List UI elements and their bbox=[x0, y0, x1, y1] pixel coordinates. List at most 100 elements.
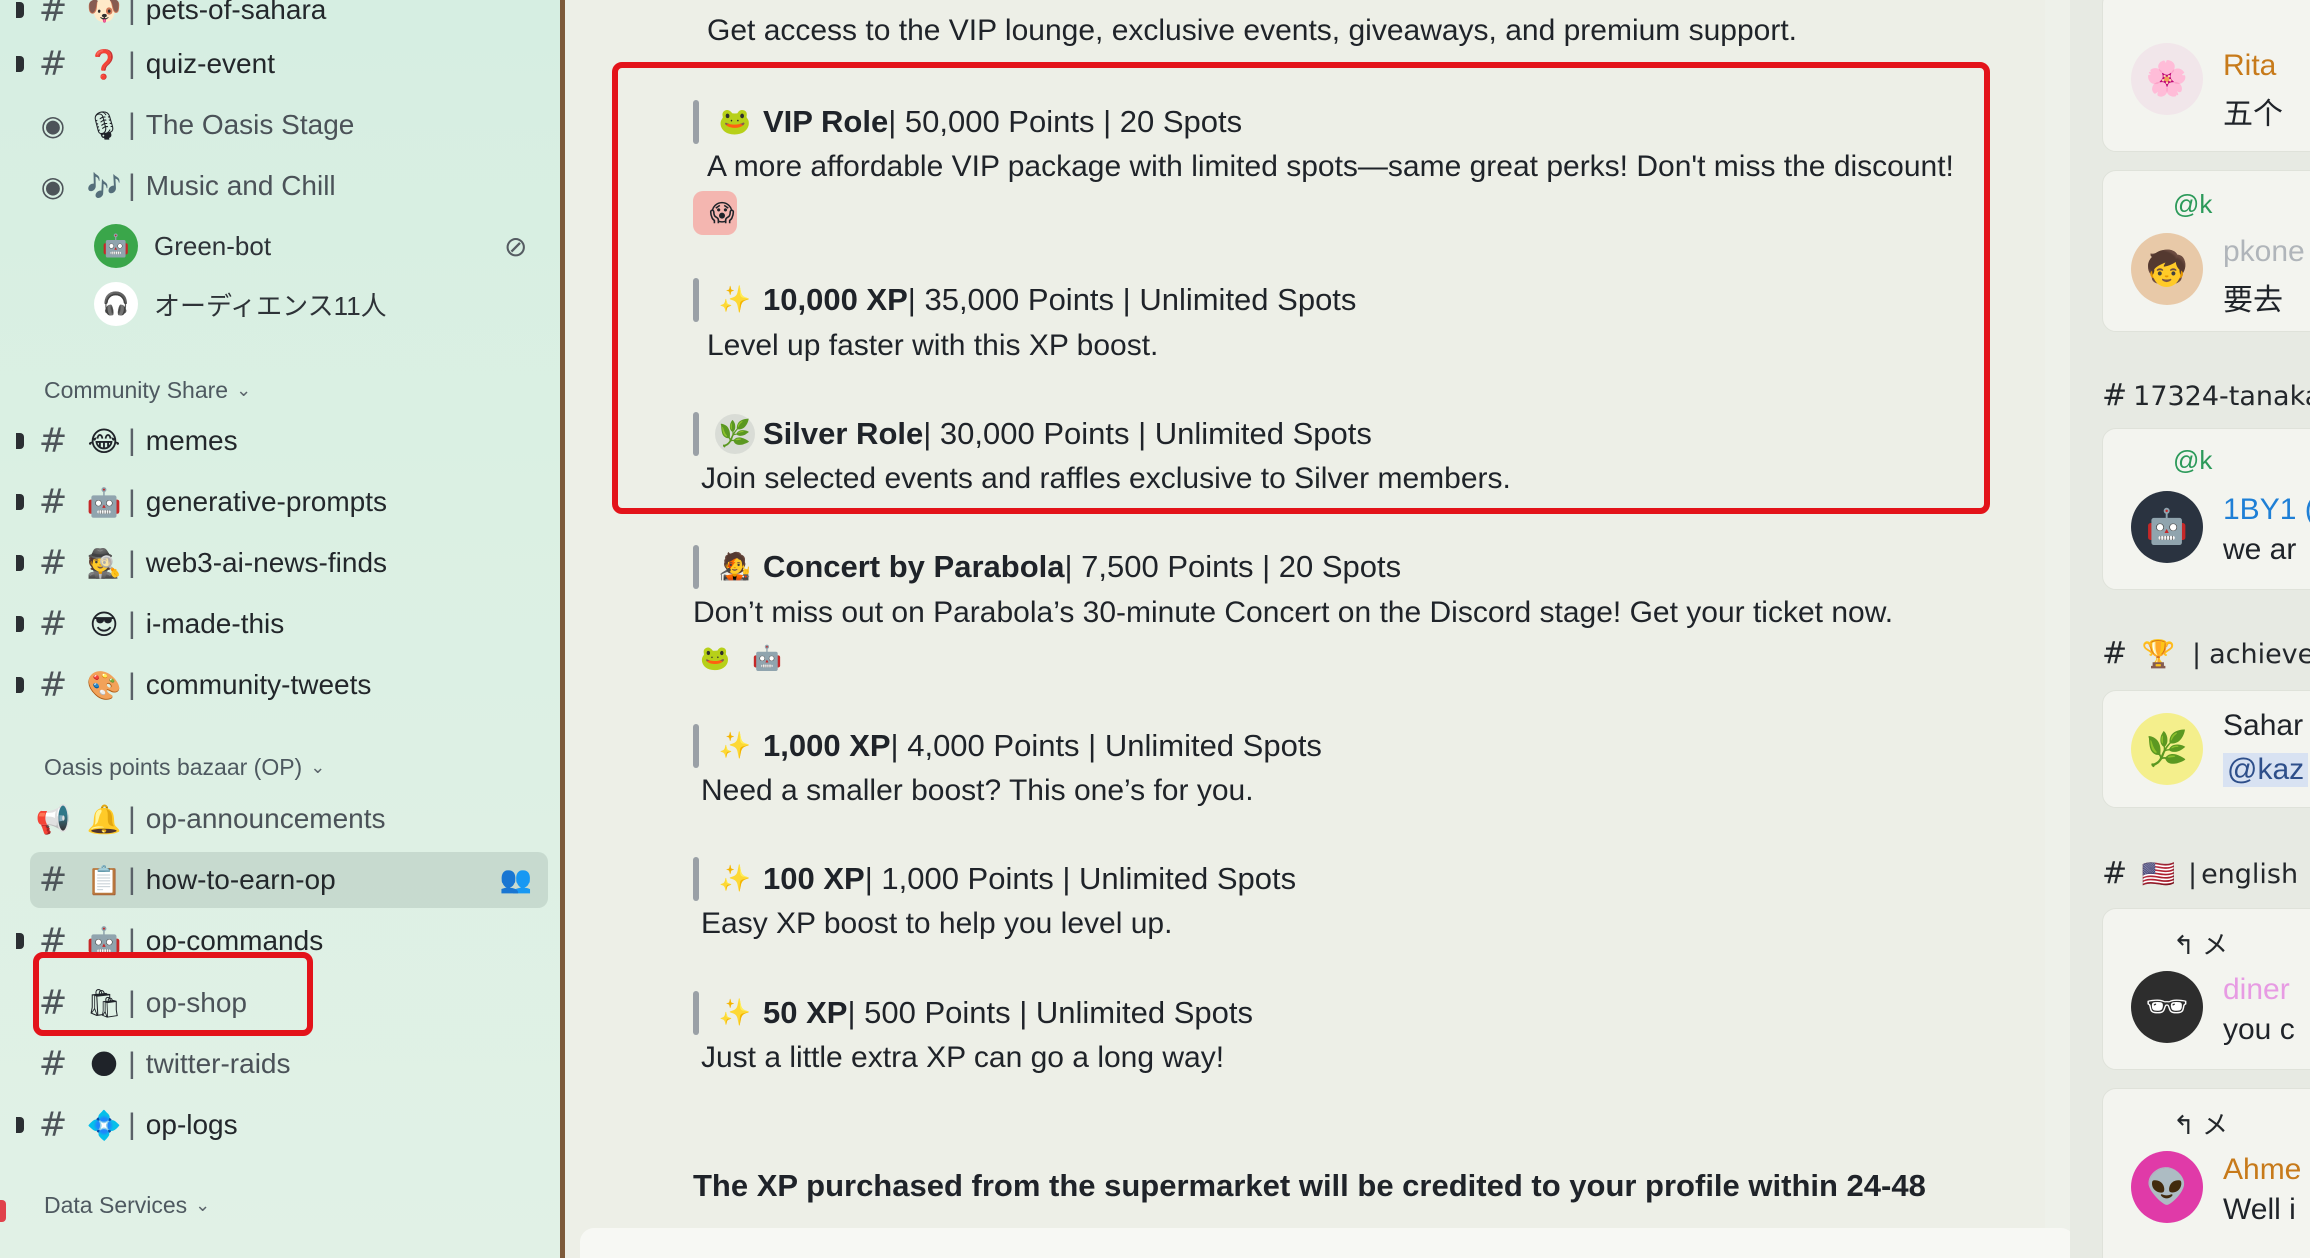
item-meta: | 7,500 Points | 20 Spots bbox=[1064, 549, 1402, 584]
activity-card[interactable]: 🌸 Rita 五个 bbox=[2102, 0, 2310, 152]
category-community-share[interactable]: Community Share ⌄ bbox=[44, 377, 251, 404]
channel-op-announcements[interactable]: 📢 🔔 | op-announcements bbox=[30, 791, 548, 847]
unread-indicator bbox=[16, 555, 24, 571]
chevron-down-icon: ⌄ bbox=[195, 1195, 211, 1215]
channel-header-achiever[interactable]: # 🏆 |achiever bbox=[2102, 636, 2310, 671]
sparkles-icon: ✨ bbox=[718, 864, 752, 894]
channel-the-oasis-stage[interactable]: ◉ 🎙 | The Oasis Stage bbox=[30, 97, 548, 153]
channel-pets-of-sahara[interactable]: # 🐶 | pets-of-sahara bbox=[16, 0, 548, 38]
unread-indicator bbox=[16, 433, 24, 449]
channel-name: pets-of-sahara bbox=[145, 0, 327, 25]
item-title: 50 XP bbox=[763, 995, 848, 1030]
channel-header-17324[interactable]: #17324-tanaka bbox=[2102, 378, 2310, 413]
channel-name: i-made-this bbox=[145, 608, 285, 639]
quote-bar bbox=[693, 724, 699, 768]
category-data-services[interactable]: Data Services ⌄ bbox=[44, 1192, 210, 1219]
unread-indicator bbox=[16, 2, 24, 18]
chevron-down-icon: ⌄ bbox=[310, 757, 326, 777]
avatar: 🌸 bbox=[2131, 43, 2203, 115]
shop-item-1000-xp: ✨ 1,000 XP | 4,000 Points | Unlimited Sp… bbox=[693, 724, 1322, 768]
vip-description-line: Get access to the VIP lounge, exclusive … bbox=[707, 14, 1798, 47]
unread-indicator bbox=[16, 56, 24, 72]
channel-web3-ai-news-finds[interactable]: # 🕵 | web3-ai-news-finds bbox=[16, 535, 548, 591]
character-emoji-icon: 🤖 bbox=[752, 644, 782, 672]
notification-indicator bbox=[0, 1200, 6, 1222]
frog-emoji-icon: 🐸 bbox=[700, 644, 730, 672]
item-title: 100 XP bbox=[763, 861, 865, 896]
eye-icon: 🌑 bbox=[89, 1047, 119, 1081]
sunglasses-icon: 😎 bbox=[89, 607, 119, 641]
item-title: Concert by Parabola bbox=[763, 549, 1065, 584]
author-name: 1BY1 ( bbox=[2223, 493, 2310, 526]
channel-name: memes bbox=[145, 425, 238, 456]
hash-icon: # bbox=[38, 1105, 68, 1145]
author-name: pkone bbox=[2223, 235, 2305, 268]
headphones-icon: 🎧 bbox=[94, 282, 138, 326]
channel-op-logs[interactable]: # 💠 | op-logs bbox=[16, 1097, 548, 1153]
activity-card[interactable]: ↰ メ 👽 Ahme Well i bbox=[2102, 1088, 2310, 1258]
clipboard-icon: 📋 bbox=[86, 863, 122, 897]
channel-name: generative-prompts bbox=[145, 486, 388, 517]
quote-bar bbox=[693, 545, 699, 589]
highlight-box-op-shop bbox=[33, 952, 313, 1036]
channel-quiz-event[interactable]: # ❓ | quiz-event bbox=[16, 36, 548, 92]
activity-card[interactable]: ↰ メ 🕶 diner you c bbox=[2102, 908, 2310, 1070]
item-description: Just a little extra XP can go a long way… bbox=[701, 1041, 1225, 1074]
hash-icon: # bbox=[38, 665, 68, 705]
activity-card[interactable]: 🌿 Sahar @kaz bbox=[2102, 690, 2310, 808]
activity-card[interactable]: @k 🧒 pkone 要去 bbox=[2102, 170, 2310, 332]
sparkles-icon: ✨ bbox=[718, 998, 752, 1028]
shop-item-concert-by-parabola: 🧑‍🎤 Concert by Parabola | 7,500 Points |… bbox=[693, 545, 1401, 589]
hash-icon: # bbox=[38, 1044, 68, 1084]
channel-music-and-chill[interactable]: ◉ 🎶 | Music and Chill bbox=[30, 158, 548, 214]
hash-icon: # bbox=[2102, 378, 2128, 413]
channel-name: web3-ai-news-finds bbox=[145, 547, 388, 578]
hash-icon: # bbox=[38, 543, 68, 583]
channel-name: community-tweets bbox=[145, 669, 372, 700]
shop-item-50-xp: ✨ 50 XP | 500 Points | Unlimited Spots bbox=[693, 991, 1253, 1035]
activity-card[interactable]: @k 🤖 1BY1 ( we ar bbox=[2102, 428, 2310, 590]
channel-header-english[interactable]: # 🇺🇸 | english bbox=[2102, 856, 2298, 891]
author-name: Rita bbox=[2223, 49, 2277, 82]
message-preview: you c bbox=[2223, 1013, 2295, 1046]
channel-sidebar: # 🐶 | pets-of-sahara # ❓ | quiz-event ◉ … bbox=[0, 0, 563, 1258]
message-preview: Well i bbox=[2223, 1193, 2296, 1226]
category-oasis-points-bazaar[interactable]: Oasis points bazaar (OP) ⌄ bbox=[44, 754, 325, 781]
palette-icon: 🎨 bbox=[86, 668, 122, 702]
avatar: 🕶 bbox=[2131, 971, 2203, 1043]
voice-user-audience[interactable]: 🎧 オーディエンス11人 bbox=[94, 280, 387, 328]
item-meta: | 1,000 Points | Unlimited Spots bbox=[864, 861, 1297, 896]
channel-community-tweets[interactable]: # 🎨 | community-tweets bbox=[16, 657, 548, 713]
robot-icon: 🤖 bbox=[86, 485, 122, 519]
stream-hidden-icon[interactable]: ⊘ bbox=[504, 230, 527, 263]
unread-indicator bbox=[16, 933, 24, 949]
detective-icon: 🕵 bbox=[86, 546, 122, 580]
highlight-box-featured-items bbox=[612, 62, 1990, 514]
quote-bar bbox=[693, 857, 699, 901]
right-activity-panel: 🌸 Rita 五个 @k 🧒 pkone 要去 #17324-tanaka @k… bbox=[2070, 0, 2310, 1258]
channel-memes[interactable]: # 😂 | memes bbox=[16, 413, 548, 469]
music-notes-icon: 🎶 bbox=[86, 169, 122, 203]
channel-how-to-earn-op[interactable]: # 📋 | how-to-earn-op 👥 bbox=[30, 852, 548, 908]
stage-icon: ◉ bbox=[40, 108, 66, 142]
laughing-icon: 😂 bbox=[87, 424, 121, 458]
reply-indicator: ↰ メ bbox=[2173, 930, 2229, 960]
channel-twitter-raids[interactable]: # 🌑 | twitter-raids bbox=[30, 1036, 548, 1092]
stage-icon: ◉ bbox=[40, 169, 66, 203]
unread-indicator bbox=[16, 494, 24, 510]
channel-generative-prompts[interactable]: # 🤖 | generative-prompts bbox=[16, 474, 548, 530]
avatar: 🧒 bbox=[2131, 233, 2203, 305]
channel-name: The Oasis Stage bbox=[145, 109, 355, 140]
dog-icon: 🐶 bbox=[86, 0, 122, 27]
author-name: Sahar bbox=[2223, 709, 2304, 742]
message-composer[interactable] bbox=[580, 1228, 2075, 1258]
add-member-icon[interactable]: 👥 bbox=[500, 865, 532, 895]
channel-name: how-to-earn-op bbox=[145, 864, 336, 895]
hash-icon: # bbox=[38, 860, 68, 900]
channel-name: quiz-event bbox=[145, 48, 275, 79]
item-meta: | 4,000 Points | Unlimited Spots bbox=[890, 728, 1322, 763]
channel-i-made-this[interactable]: # 😎 | i-made-this bbox=[16, 596, 548, 652]
voice-user-green-bot[interactable]: 🤖 Green-bot bbox=[94, 222, 271, 270]
item-meta: | 500 Points | Unlimited Spots bbox=[847, 995, 1253, 1030]
shop-item-100-xp: ✨ 100 XP | 1,000 Points | Unlimited Spot… bbox=[693, 857, 1296, 901]
